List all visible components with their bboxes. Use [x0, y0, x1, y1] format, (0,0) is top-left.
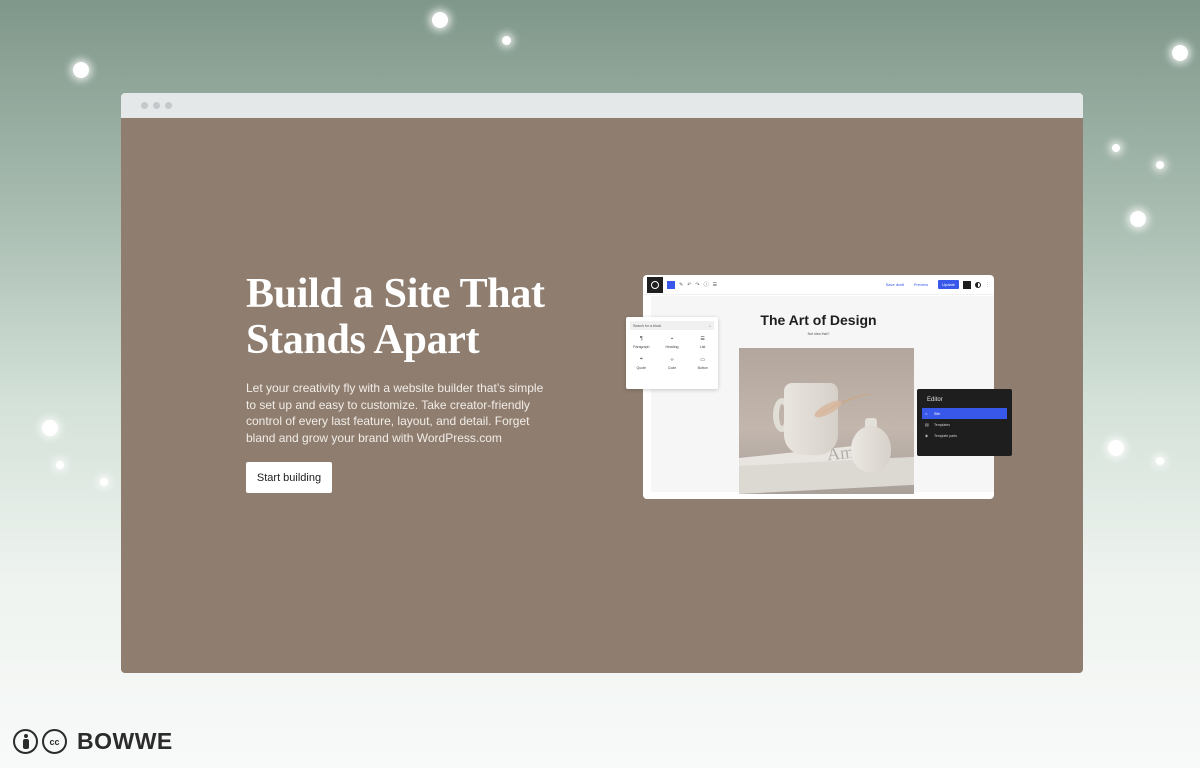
window-dot-icon	[141, 102, 148, 109]
home-icon: ⌂	[925, 411, 928, 416]
editor-nav-item-site: ⌂ Site	[922, 408, 1007, 419]
search-icon: ⌕	[709, 323, 711, 328]
template-icon: ▤	[925, 422, 929, 427]
block-item-label: List	[699, 345, 706, 349]
block-item-code: ‹› Code	[657, 357, 688, 370]
editor-nav-label: Site	[934, 411, 941, 416]
list-icon: ☰	[700, 336, 705, 342]
hero-title: Build a Site That Stands Apart	[246, 271, 586, 363]
editor-nav-label: Template parts	[934, 433, 957, 438]
browser-window: Build a Site That Stands Apart Let your …	[121, 93, 1083, 673]
hero-title-line2: Stands Apart	[246, 317, 480, 363]
info-icon: ⓘ	[703, 282, 709, 288]
heading-icon: ▪	[671, 336, 673, 342]
block-search-placeholder: Search for a block	[633, 323, 662, 328]
save-draft-label: Save draft	[885, 282, 904, 287]
block-item-list: ☰ List	[687, 336, 718, 349]
editor-nav-panel: Editor ⌂ Site ▤ Templates ◈ Template par…	[917, 389, 1012, 456]
styles-icon	[975, 281, 981, 288]
block-item-label: Quote	[636, 366, 647, 370]
block-grid: ¶ Paragraph ▪ Heading ☰ List ❝ Quote ‹› …	[626, 336, 718, 370]
bg-light-dot	[432, 12, 448, 28]
code-icon: ‹›	[670, 357, 674, 363]
block-inserter-panel: Search for a block ⌕ ¶ Paragraph ▪ Headi…	[626, 317, 718, 389]
bg-light-dot	[1108, 440, 1124, 456]
redo-icon: ↷	[695, 281, 700, 288]
start-building-button[interactable]: Start building	[246, 462, 332, 493]
settings-icon	[963, 280, 971, 289]
update-label: Update	[938, 280, 959, 289]
editor-nav-item-templates: ▤ Templates	[922, 419, 1007, 430]
bg-light-dot	[1156, 161, 1164, 169]
window-dot-icon	[153, 102, 160, 109]
block-item-label: Code	[667, 366, 677, 370]
browser-title-bar	[121, 93, 1083, 118]
creative-commons-icon: cc	[42, 729, 67, 754]
editor-nav-item-template-parts: ◈ Template parts	[922, 430, 1007, 441]
bg-light-dot	[73, 62, 89, 78]
ceramics-photo: Am	[739, 348, 914, 494]
bg-light-dot	[1172, 45, 1188, 61]
window-dot-icon	[165, 102, 172, 109]
cup-shape	[784, 383, 838, 455]
pen-icon: ✎	[679, 281, 684, 288]
bg-light-dot	[502, 36, 511, 45]
bg-light-dot	[56, 461, 64, 469]
paragraph-icon: ¶	[639, 336, 643, 342]
more-options-icon: ⋮	[985, 281, 990, 288]
block-search-field: Search for a block ⌕	[630, 321, 714, 330]
bg-light-dot	[1156, 457, 1164, 465]
footer-branding: cc BOWWE	[13, 728, 173, 755]
bg-light-dot	[42, 420, 58, 436]
attribution-icon	[13, 729, 38, 754]
wordpress-logo-icon	[647, 276, 663, 293]
button-icon: ▭	[700, 357, 706, 363]
editor-nav-label: Templates	[934, 422, 950, 427]
bg-light-dot	[1112, 144, 1120, 152]
template-parts-icon: ◈	[925, 433, 929, 438]
editor-nav-title: Editor	[927, 397, 943, 403]
block-item-label: Heading	[665, 345, 679, 349]
block-item-paragraph: ¶ Paragraph	[626, 336, 657, 349]
hero-title-line1: Build a Site That	[246, 271, 545, 317]
block-item-label: Button	[697, 366, 708, 370]
block-item-quote: ❝ Quote	[626, 357, 657, 370]
vase-shape	[851, 426, 891, 472]
undo-icon: ↶	[687, 281, 692, 288]
block-item-button: ▭ Button	[687, 357, 718, 370]
list-view-icon: ☰	[712, 281, 718, 288]
bg-light-dot	[100, 478, 108, 486]
editor-toolbar: ✎ ↶ ↷ ⓘ ☰ Save draft Preview Update ⋮	[643, 275, 994, 295]
preview-label: Preview	[913, 282, 929, 287]
bowwe-logo: BOWWE	[77, 728, 173, 754]
add-block-icon	[667, 280, 675, 289]
hero-description: Let your creativity fly with a website b…	[246, 381, 544, 445]
block-item-label: Paragraph	[633, 345, 650, 349]
block-item-heading: ▪ Heading	[657, 336, 688, 349]
bg-light-dot	[1130, 211, 1146, 227]
quote-icon: ❝	[639, 357, 643, 363]
